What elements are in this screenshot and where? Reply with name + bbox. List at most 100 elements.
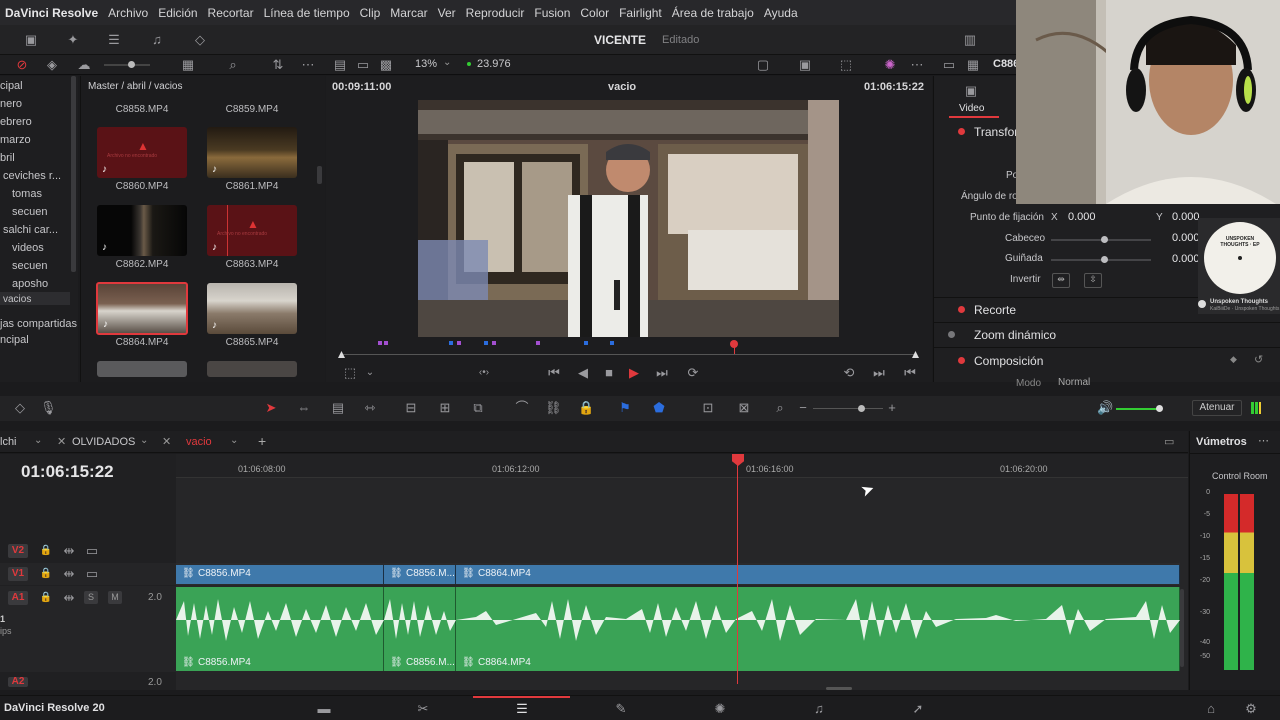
bin-item[interactable]: cipal — [0, 80, 23, 92]
clip-thumbnail-offline[interactable]: ▲ Archivo no encontrado ♪ — [97, 127, 187, 178]
track-v2-label[interactable]: V2 — [8, 544, 28, 558]
bin-item[interactable]: aposho — [12, 278, 48, 290]
search-icon[interactable]: ⌕ — [225, 58, 241, 72]
clip-thumbnail[interactable]: ♪ — [97, 205, 187, 256]
bin-item[interactable]: secuen — [12, 206, 47, 218]
breadcrumb[interactable]: Master / abril / vacios — [88, 81, 182, 92]
tab-close-icon[interactable]: ✕ — [162, 435, 171, 448]
shared-bin-item[interactable]: ncipal — [0, 334, 29, 346]
effects-icon[interactable]: ✦ — [65, 33, 81, 47]
video-clip[interactable]: ⛓ C8864.MP4 — [456, 565, 1180, 584]
track-visible-icon[interactable]: ▭ — [84, 544, 100, 558]
menu-reproducir[interactable]: Reproducir — [466, 6, 525, 20]
track-a1-label[interactable]: A1 — [8, 591, 28, 605]
cloud-icon[interactable]: ☁ — [76, 58, 92, 72]
auto-select-icon[interactable]: ⇹ — [61, 544, 77, 558]
marker[interactable] — [536, 341, 540, 345]
section-composite[interactable]: Composición — [974, 354, 1043, 368]
menu-clip[interactable]: Clip — [360, 6, 381, 20]
edit-page-icon[interactable]: ☰ — [514, 702, 530, 716]
linked-selection-icon[interactable]: ⛓ — [545, 401, 562, 415]
tab-close-icon[interactable]: ✕ — [57, 435, 66, 448]
volume-knob[interactable] — [1156, 405, 1163, 412]
clip-thumbnail[interactable] — [97, 361, 187, 377]
bin-item[interactable]: tomas — [12, 188, 42, 200]
volume-slider[interactable] — [1116, 408, 1160, 410]
play-reverse-icon[interactable]: ◀ — [575, 366, 591, 380]
pitch-slider-knob[interactable] — [1101, 236, 1108, 243]
zoom-chevron-icon[interactable]: ⌄ — [443, 57, 451, 68]
menu-archivo[interactable]: Archivo — [108, 6, 148, 20]
blade-tool-icon[interactable]: ⇿ — [362, 401, 378, 415]
video-frame[interactable] — [418, 100, 839, 337]
media-page-icon[interactable]: ▬ — [316, 702, 332, 716]
add-timeline-icon[interactable]: + — [258, 433, 266, 449]
microphone-icon[interactable]: 🎙 — [40, 401, 57, 415]
marker[interactable] — [457, 341, 461, 345]
viewer-title[interactable]: vacio — [608, 81, 636, 93]
zoom-level[interactable]: 13% — [415, 58, 437, 70]
insert-clip-icon[interactable]: ⊟ — [403, 401, 419, 415]
settings-gear-icon[interactable]: ⚙ — [1243, 702, 1259, 716]
jog-icon[interactable]: ‹•› — [476, 366, 492, 380]
lock-icon[interactable]: 🔒 — [38, 567, 54, 581]
sound-library-icon[interactable]: ♫ — [149, 33, 165, 47]
menu-fusion[interactable]: Fusion — [534, 6, 570, 20]
pool-scrollbar[interactable] — [317, 166, 322, 184]
media-pool-icon[interactable]: ▣ — [23, 33, 39, 47]
trim-tool-icon[interactable]: ⇔ — [296, 401, 312, 415]
menu-fairlight[interactable]: Fairlight — [619, 6, 662, 20]
flip-vertical-icon[interactable]: ⇳ — [1084, 273, 1102, 288]
bin-item[interactable]: salchi car... — [3, 224, 58, 236]
loop-icon[interactable]: ⟳ — [685, 366, 701, 380]
go-to-end-icon[interactable]: ⏭ — [654, 366, 670, 380]
bin-item[interactable]: marzo — [0, 134, 31, 146]
transform-overlay-icon[interactable]: ⬚ — [838, 58, 854, 72]
track-v1-label[interactable]: V1 — [8, 567, 28, 581]
video-tab-icon[interactable]: ▣ — [963, 84, 979, 98]
bin-item[interactable]: ceviches r... — [3, 170, 61, 182]
speaker-icon[interactable]: 🔊 — [1097, 401, 1113, 415]
marker[interactable] — [484, 341, 488, 345]
video-clip[interactable]: ⛓ C8856.MP4 — [176, 565, 384, 584]
audio-clip[interactable]: ⛓ C8864.MP4 — [456, 587, 1180, 671]
zoom-custom-icon[interactable]: ⌕ — [772, 401, 788, 415]
tab-chevron-icon[interactable]: ⌄ — [140, 435, 148, 446]
bin-item[interactable]: ebrero — [0, 116, 32, 128]
zoom-out-icon[interactable]: − — [795, 401, 811, 415]
color-wheel-icon[interactable]: ✺ — [882, 58, 898, 72]
zoom-full-icon[interactable]: ⊡ — [700, 401, 716, 415]
timeline-tab-olvidados[interactable]: OLVIDADOS — [72, 436, 135, 448]
transform-enable-icon[interactable] — [958, 128, 965, 135]
metadata-icon[interactable]: ◇ — [192, 33, 208, 47]
menu-ver[interactable]: Ver — [438, 6, 456, 20]
position-lock-icon[interactable]: 🔒 — [578, 401, 594, 415]
selection-tool-icon[interactable]: ➤ — [263, 401, 279, 415]
overlay-icon[interactable]: ▣ — [797, 58, 813, 72]
section-dynamic-zoom[interactable]: Zoom dinámico — [974, 328, 1056, 342]
menu-edicion[interactable]: Edición — [158, 6, 197, 20]
menu-ayuda[interactable]: Ayuda — [764, 6, 798, 20]
deliver-page-icon[interactable]: ➚ — [910, 702, 926, 716]
video-clip[interactable]: ⛓ C8856.M... — [384, 565, 456, 584]
marker[interactable] — [378, 341, 382, 345]
play-icon[interactable]: ▶ — [626, 366, 642, 380]
timeline-hscrollbar[interactable] — [826, 687, 852, 690]
bin-item-selected[interactable]: vacios — [0, 292, 70, 305]
replace-clip-icon[interactable]: ⧉ — [470, 401, 486, 415]
crop-chevron-icon[interactable]: ⌄ — [362, 366, 378, 380]
cut-page-icon[interactable]: ✂ — [415, 702, 431, 716]
layout-icon[interactable]: ◇ — [12, 401, 28, 415]
timeline-vscrollbar[interactable] — [1180, 589, 1184, 667]
crop-enable-icon[interactable] — [958, 306, 965, 313]
anchor-x-field[interactable]: 0.000 — [1068, 211, 1096, 223]
meter-icon[interactable] — [1251, 402, 1261, 414]
more-options-icon[interactable]: ⋯ — [300, 58, 316, 72]
stop-icon[interactable]: ■ — [601, 366, 617, 380]
marker[interactable] — [384, 341, 388, 345]
viewer-layout-icon[interactable]: ▤ — [332, 58, 348, 72]
yaw-field[interactable]: 0.000 — [1172, 253, 1200, 265]
tab-chevron-icon[interactable]: ⌄ — [230, 435, 238, 446]
flip-horizontal-icon[interactable]: ⇹ — [1052, 273, 1070, 288]
dynamic-trim-icon[interactable]: ▤ — [330, 401, 346, 415]
